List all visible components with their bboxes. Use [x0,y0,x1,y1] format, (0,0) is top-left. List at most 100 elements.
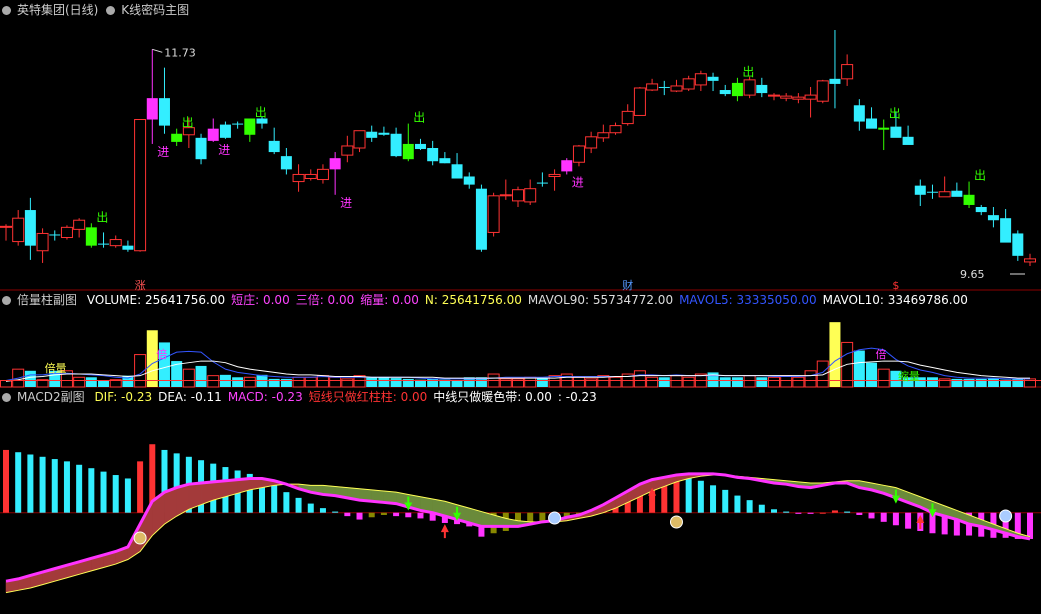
macd-bar [222,467,229,513]
macd-bar [112,475,119,513]
macd-band [408,494,421,511]
volume-bar [707,372,719,387]
macd-band [468,507,482,527]
macd-band [920,496,933,514]
macd-bar [88,468,95,513]
candle-body [390,133,402,157]
macd-bar [978,512,985,537]
macd-bar [39,456,46,513]
macd-band [395,491,409,508]
macd-bar [722,489,729,513]
macd-bar [63,461,70,513]
vol-header-item: 缩量: 0.00 [360,293,419,307]
vol-header-item: N: 25641756.00 [424,293,522,307]
main-indicator-title: K线密码主图 [121,3,190,17]
volume-bar [60,370,73,388]
candle-body [73,219,86,230]
vol-settings-dot-icon[interactable] [2,296,11,305]
macd-bar [880,512,887,522]
candle-body [0,225,12,228]
macd-band [517,520,531,527]
candle-body [804,94,817,100]
buy-signal-label: 进 [218,143,230,157]
volume-bar [572,376,585,388]
macd-band [188,482,202,510]
macd-header: MACD2副图 DIF: -0.23 DEA: -0.11 MACD: -0.23 短… [0,389,603,405]
macd-band [261,478,275,488]
candle-body [36,232,49,252]
macd-bar [405,512,412,518]
candle-body [268,140,280,153]
vol-label-bei: 倍 [156,347,167,361]
candle-body [499,194,512,197]
volume-bar [926,377,938,387]
indicator-dot-icon[interactable] [106,6,116,15]
volume-bar [24,370,36,387]
macd-band [883,485,897,499]
candle-body [1000,218,1012,243]
sell-signal-label: 出 [889,107,901,121]
macd-bar [588,510,595,513]
volume-bar [719,377,731,387]
vol-label-suoliang: 缩量 [898,370,920,383]
candle-body [597,132,610,139]
macd-bar [649,479,656,513]
macd-bar [295,497,302,513]
candle-body [902,136,914,145]
candle-body [98,243,110,245]
macd-band [834,480,848,484]
volume-bar [756,377,768,387]
volume-bar [195,365,207,387]
candle-body [475,188,487,250]
volume-bar [731,377,743,387]
macd-bar [734,495,741,513]
volume-bar [36,379,49,388]
macd-band [298,483,312,493]
macd-settings-dot-icon[interactable] [2,393,11,402]
candle-body [561,160,573,172]
macd-band [627,483,641,503]
stock-title: 英特集团(日线) [17,3,99,17]
volume-bar [1024,378,1036,388]
macd-bar [417,512,424,519]
macd-bar [539,512,546,522]
volume-bar [49,370,61,387]
macd-band [444,500,458,520]
volume-bar [951,378,963,387]
volume-bar [646,376,659,388]
down-arrow-icon [404,496,413,511]
candle-body [646,83,659,91]
macd-band [249,478,263,491]
candle-body [585,136,598,149]
volume-bar [280,378,292,387]
macd-bar [100,471,107,513]
candle-body [280,156,292,170]
macd-band [225,479,238,498]
volume-bar [524,376,537,388]
macd-band [700,473,714,477]
settings-dot-icon[interactable] [2,6,11,15]
candle-body [866,118,878,129]
macd-band [237,478,251,494]
candle-body [109,239,122,247]
candle-body [719,90,731,95]
candle-body [841,64,854,80]
macd-band [980,519,994,531]
volume-bar [512,378,524,388]
macd-band [432,498,446,517]
macd-bar [831,510,838,513]
macd-band [493,514,507,527]
volume-bar [439,379,451,387]
macd-bar [490,512,497,534]
macd-bar [575,512,582,515]
buy-signal-label: 进 [572,175,584,189]
macd-header-item: DEA: -0.11 [158,390,222,404]
macd-bar [466,512,473,527]
candle-body [366,131,378,138]
macd-bar [356,512,363,520]
volume-bar [98,380,110,387]
volume-bar [219,374,231,387]
candle-body [890,126,902,138]
marker-cai: 财 [622,278,633,292]
macd-bar [27,454,34,513]
